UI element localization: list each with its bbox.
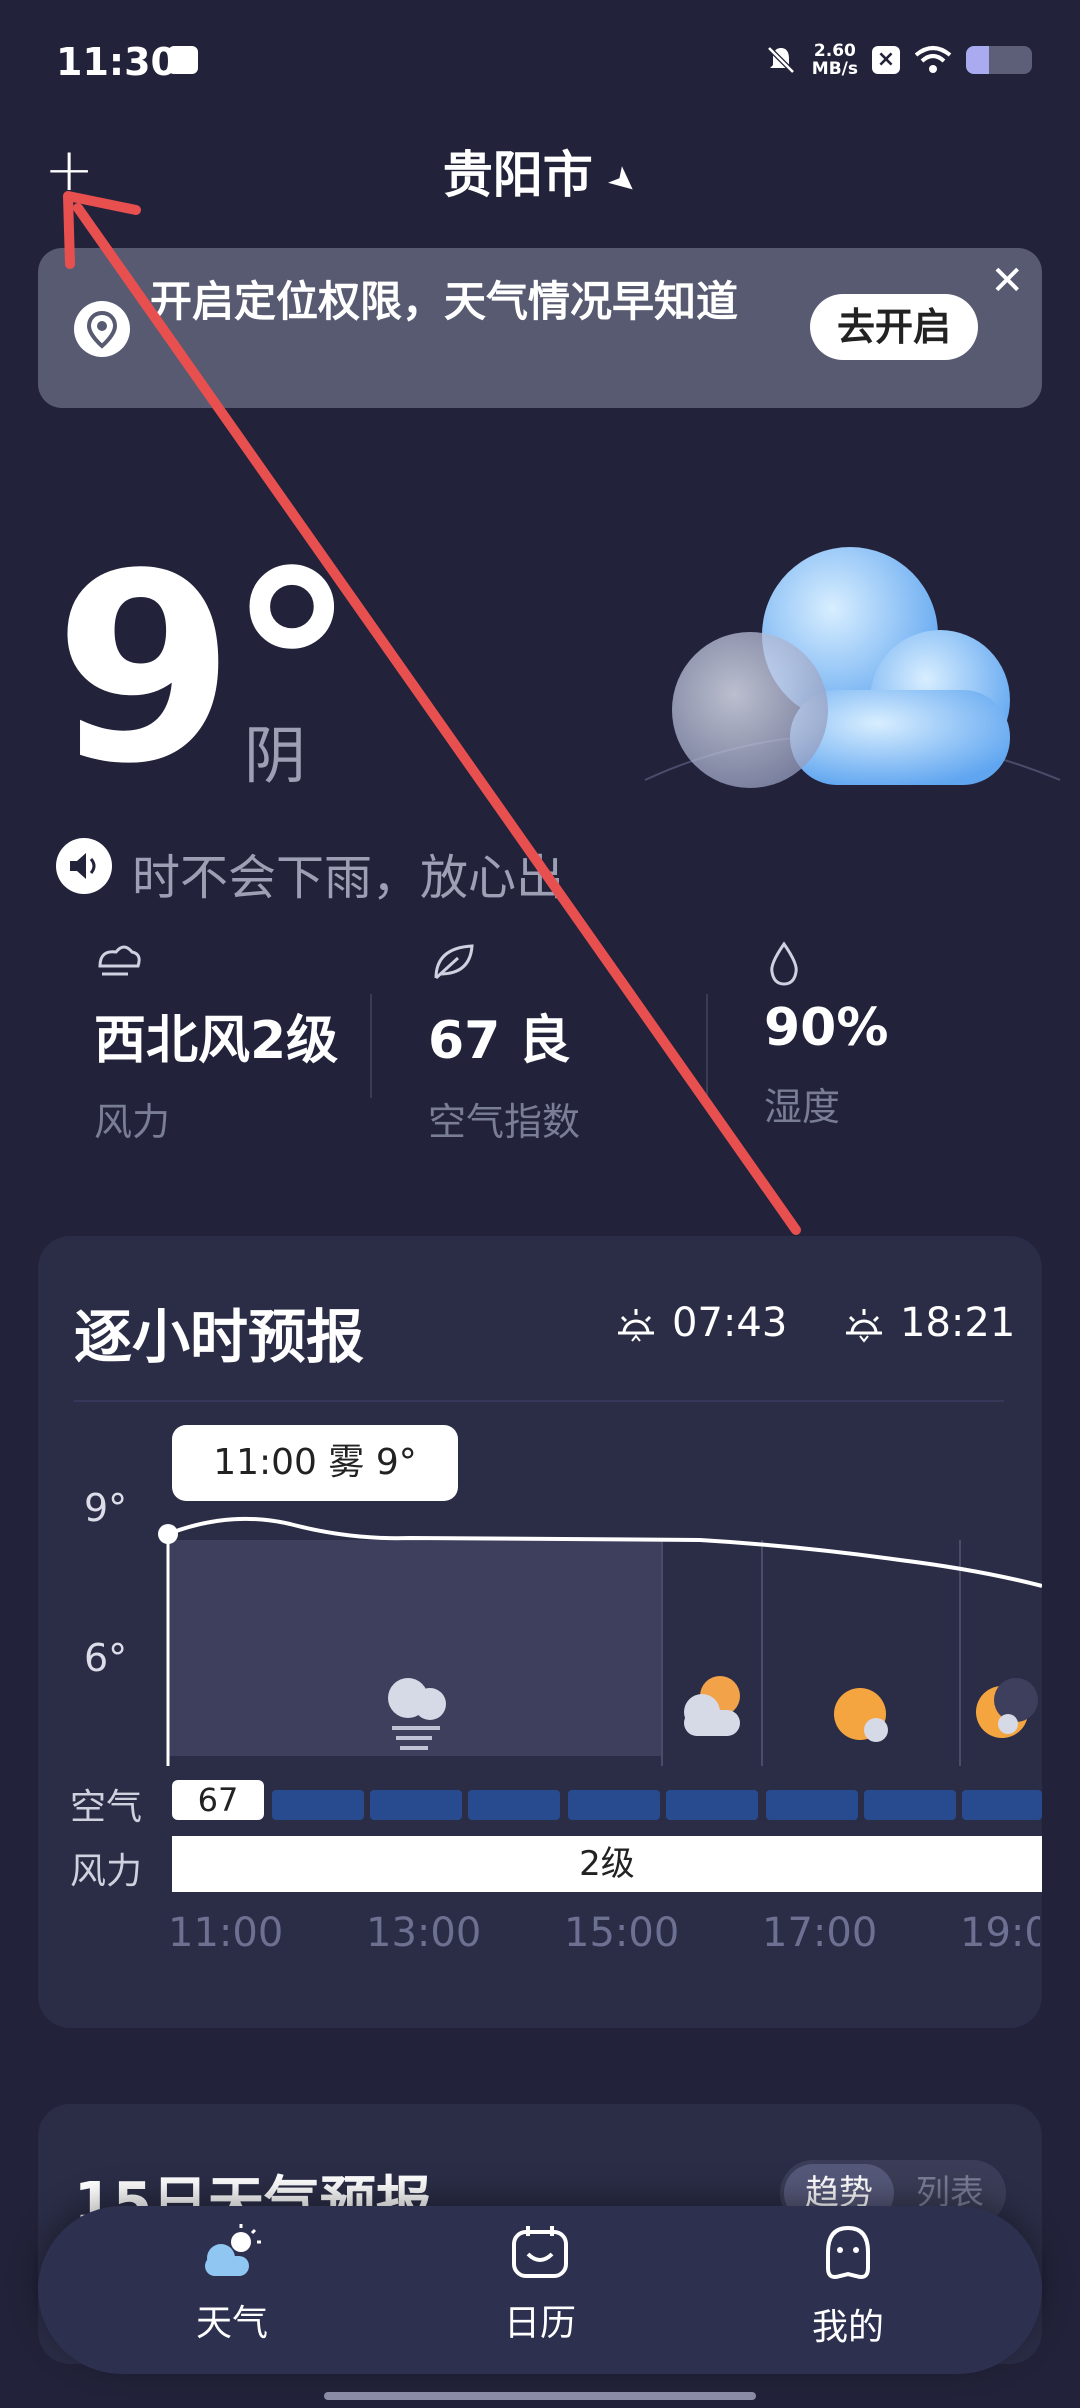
wifi-icon <box>914 46 952 73</box>
city-title[interactable]: 贵阳市 ➤ <box>0 135 1080 207</box>
wind-level-bar: 2级 <box>172 1836 1042 1892</box>
enable-location-button[interactable]: 去开启 <box>810 294 978 360</box>
location-pin-icon <box>74 301 130 357</box>
nav-weather-label: 天气 <box>195 2303 268 2344</box>
current-condition: 阴 <box>244 719 307 792</box>
sunrise-icon <box>618 1309 654 1342</box>
aqi-bar <box>468 1790 560 1820</box>
cloud-icon <box>644 547 1060 788</box>
banner-text: 开启定位权限，天气情况早知道 <box>150 277 739 326</box>
hour-label: 19:00 <box>960 1910 1040 1956</box>
aqi-row-label: 空气 <box>70 1787 143 1828</box>
wind-value: 西北风2级 <box>94 1011 339 1071</box>
wind-row-label: 风力 <box>70 1851 143 1892</box>
humidity-value: 90% <box>764 998 889 1058</box>
weather-icon <box>205 2224 261 2276</box>
location-permission-banner: 开启定位权限，天气情况早知道 去开启 ✕ <box>38 248 1042 408</box>
leaf-icon <box>428 940 728 994</box>
sunset-icon <box>846 1309 882 1343</box>
card-divider <box>74 1400 1004 1402</box>
aqi-value: 67 良 <box>428 1011 571 1071</box>
stat-wind: 西北风2级 风力 <box>94 940 394 1146</box>
hour-label: 11:00 <box>168 1910 284 1956</box>
temperature-curve <box>158 1516 1042 1766</box>
moon-icon <box>976 1678 1038 1738</box>
droplet-icon <box>764 940 1064 994</box>
calendar-icon <box>512 2226 568 2278</box>
aqi-bar <box>666 1790 758 1820</box>
status-time: 11:30 <box>56 40 177 84</box>
close-icon[interactable]: ✕ <box>990 258 1024 304</box>
nav-calendar-label: 日历 <box>503 2303 576 2344</box>
cloudy-night-icon <box>684 1676 740 1736</box>
profile-icon <box>826 2225 870 2279</box>
stat-aqi: 67 良 空气指数 <box>428 940 728 1146</box>
battery-icon <box>966 46 1032 74</box>
nav-weather[interactable]: 天气 <box>122 2224 342 2346</box>
bottom-nav: 天气 日历 我的 <box>38 2206 1042 2374</box>
stat-humidity: 90% 湿度 <box>764 940 1064 1131</box>
nav-profile-label: 我的 <box>811 2307 884 2348</box>
mute-bell-icon <box>767 46 795 74</box>
aqi-bar <box>272 1790 364 1820</box>
status-icons: 2.60 MB/s × <box>764 42 1032 78</box>
app-x-icon: × <box>872 46 900 74</box>
current-hour-highlight <box>168 1540 662 1756</box>
divider <box>706 994 708 1098</box>
humidity-label: 湿度 <box>764 1085 841 1129</box>
notification-icon <box>168 46 198 74</box>
aqi-bar <box>766 1790 858 1820</box>
speaker-icon[interactable] <box>56 838 112 894</box>
hour-label: 15:00 <box>564 1910 680 1956</box>
nav-calendar[interactable]: 日历 <box>430 2224 650 2346</box>
city-name: 贵阳市 <box>442 146 593 204</box>
weather-tip-marquee: 时不会下雨，放心出 <box>132 850 565 906</box>
wind-label: 风力 <box>94 1100 171 1144</box>
sun-icon <box>834 1688 888 1742</box>
aqi-badge: 67 <box>172 1780 264 1820</box>
hour-label: 17:00 <box>762 1910 878 1956</box>
home-indicator <box>324 2392 756 2400</box>
aqi-bar <box>568 1790 660 1820</box>
divider <box>370 994 372 1098</box>
sunset: 18:21 <box>842 1300 1015 1346</box>
aqi-label: 空气指数 <box>428 1100 581 1144</box>
wind-icon <box>94 940 394 994</box>
hour-label: 13:00 <box>366 1910 482 1956</box>
nav-profile[interactable]: 我的 <box>738 2224 958 2350</box>
sunrise: 07:43 <box>614 1300 787 1346</box>
y-label-9: 9° <box>84 1486 128 1530</box>
aqi-bar <box>370 1790 462 1820</box>
net-speed: 2.60 MB/s <box>811 41 858 79</box>
y-label-6: 6° <box>84 1636 128 1680</box>
navigation-arrow-icon: ➤ <box>599 156 647 206</box>
hourly-title: 逐小时预报 <box>74 1303 365 1371</box>
aqi-bar <box>962 1790 1042 1820</box>
aqi-bar <box>864 1790 956 1820</box>
